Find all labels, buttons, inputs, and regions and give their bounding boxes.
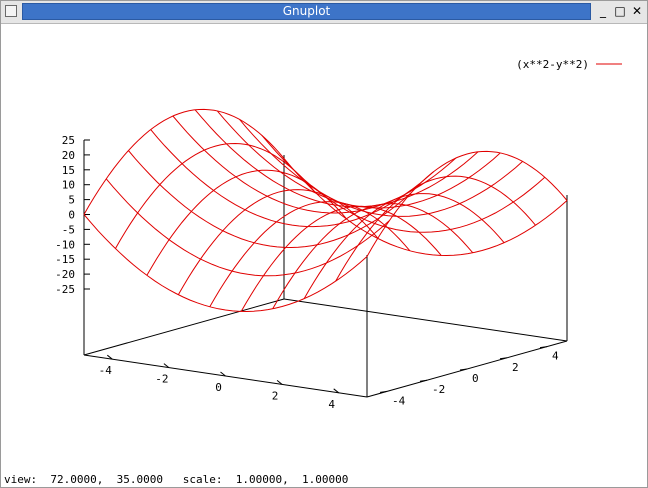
z-tick-label: 25 <box>62 134 75 147</box>
z-tick-label: -15 <box>55 253 75 266</box>
status-bar: view: 72.0000, 35.0000 scale: 1.00000, 1… <box>4 473 349 486</box>
y-tick-mark <box>459 368 468 371</box>
z-tick-label: 15 <box>62 164 75 177</box>
y-tick-mark <box>379 390 388 393</box>
surface-line-const-x <box>146 169 348 276</box>
surface-line-const-x <box>114 142 316 249</box>
base-edge-back-x <box>283 298 568 342</box>
surface-line-const-x <box>272 203 474 309</box>
x-tick-label: 4 <box>328 398 335 411</box>
x-tick-label: -2 <box>155 373 168 386</box>
z-tick-label: 10 <box>62 179 75 192</box>
z-tick-label: -20 <box>55 268 75 281</box>
tick-labels: 2520151050-5-10-15-20-25-4-2024 -4-2024 <box>55 134 559 411</box>
base-edge-back-y <box>83 298 285 356</box>
minimize-button[interactable]: _ <box>595 3 611 20</box>
title-bar[interactable]: Gnuplot _ □ ✕ <box>1 1 647 24</box>
z-tick-label: 5 <box>68 194 75 207</box>
y-tick-label: 2 <box>512 361 519 374</box>
window-menu-button[interactable] <box>5 5 17 17</box>
surface-line-const-x <box>335 175 536 282</box>
y-tick-mark <box>419 379 428 382</box>
z-tick-label: -10 <box>55 238 75 251</box>
legend: (x**2-y**2) <box>516 58 622 71</box>
axes-frame <box>83 139 568 398</box>
surface-mesh <box>83 108 568 313</box>
close-button[interactable]: ✕ <box>629 3 645 20</box>
surface-line-const-y <box>105 178 390 277</box>
z-tick-label: 20 <box>62 149 75 162</box>
y-tick-label: -4 <box>392 394 406 407</box>
y-tick-mark <box>499 357 508 360</box>
z-tick-label: -25 <box>55 283 75 296</box>
y-tick-mark <box>539 346 548 349</box>
surface-line-const-y <box>172 115 457 214</box>
surface-line-const-y <box>261 134 546 233</box>
gnuplot-window: Gnuplot _ □ ✕ 25 20 15 10 5 0 -5 -10 -15 -20 -25 -4… <box>0 0 648 488</box>
y-tick-label: 0 <box>472 372 479 385</box>
surface-line-const-y <box>283 158 568 257</box>
legend-label: (x**2-y**2) <box>516 58 589 71</box>
window-title: Gnuplot <box>282 4 331 18</box>
y-tick-label: 4 <box>552 350 559 363</box>
plot-canvas[interactable]: 2520151050-5-10-15-20-25-4-2024 -4-2024 (… <box>1 24 647 469</box>
x-tick-label: -4 <box>99 364 113 377</box>
surface-line-const-y <box>216 110 501 209</box>
surface-line-const-y <box>194 109 479 208</box>
maximize-button[interactable]: □ <box>612 3 628 20</box>
surface-line-const-y <box>239 119 523 217</box>
x-tick-label: 2 <box>272 389 279 402</box>
x-tick-label: 0 <box>215 381 222 394</box>
z-tick-label: -5 <box>62 223 75 236</box>
z-tick-label: 0 <box>68 209 75 222</box>
surface-line-const-y <box>128 150 412 249</box>
surface-line-const-x <box>177 189 379 295</box>
y-tick-label: -2 <box>432 383 445 396</box>
